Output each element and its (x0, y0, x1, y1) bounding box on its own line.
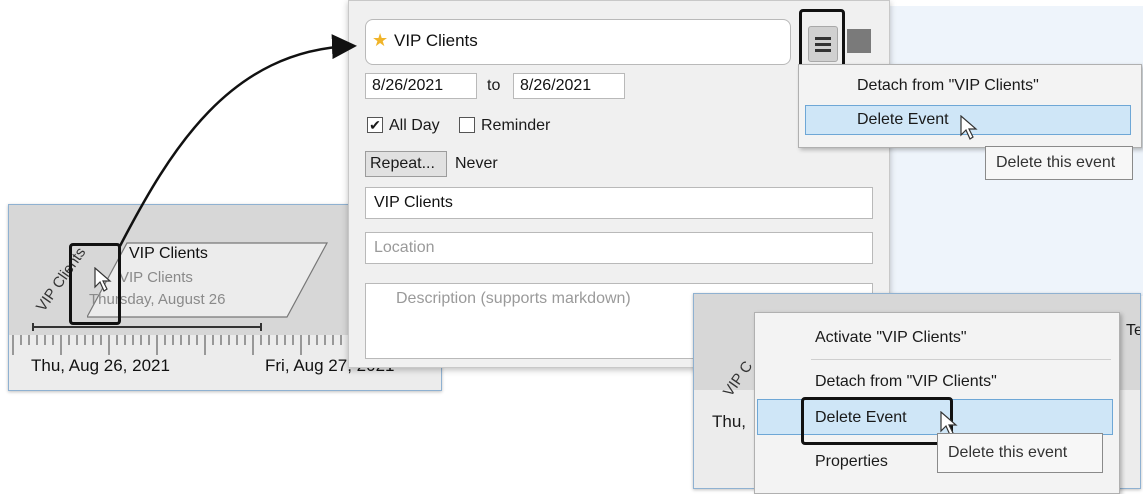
menu-item-properties[interactable]: Properties (815, 453, 888, 471)
event-menu-dropdown: Detach from "VIP Clients" Delete Event (798, 64, 1142, 148)
ruler-date-label: Thu, Aug 26, 2021 (31, 356, 170, 375)
tooltip: Delete this event (937, 433, 1103, 473)
highlight-box (801, 397, 953, 445)
event-range-bar (32, 323, 262, 331)
color-swatch-button[interactable] (847, 29, 871, 53)
event-title-text: VIP Clients (394, 31, 478, 50)
end-date-field[interactable]: 8/26/2021 (513, 73, 625, 99)
repeat-value: Never (455, 155, 498, 172)
start-date-field[interactable]: 8/26/2021 (365, 73, 477, 99)
reminder-checkbox[interactable] (459, 117, 475, 133)
menu-item-label: Delete Event (857, 111, 949, 128)
location-field[interactable]: Location (365, 232, 873, 264)
reminder-label: Reminder (481, 117, 551, 134)
menu-button[interactable] (808, 26, 838, 62)
mouse-pointer-icon (94, 267, 112, 292)
to-label: to (487, 77, 501, 94)
menu-separator (811, 359, 1111, 360)
star-icon: ★ (372, 30, 389, 50)
all-day-checkbox[interactable]: ✔ (367, 117, 383, 133)
menu-item-activate[interactable]: Activate "VIP Clients" (815, 329, 967, 347)
all-day-label: All Day (389, 117, 440, 134)
hamburger-menu-icon (815, 37, 831, 52)
menu-item-detach[interactable]: Detach from "VIP Clients" (857, 77, 1039, 95)
event-name-field[interactable]: VIP Clients (365, 187, 873, 219)
event-title[interactable]: VIP Clients (129, 245, 208, 263)
mouse-pointer-icon (960, 115, 978, 140)
ruler-date-label: Thu, (712, 412, 747, 431)
tooltip: Delete this event (985, 146, 1133, 180)
menu-item-detach[interactable]: Detach from "VIP Clients" (815, 373, 997, 391)
event-title-field[interactable]: ★ VIP Clients (365, 19, 791, 65)
repeat-button[interactable]: Repeat... (365, 151, 447, 177)
event-subtitle: VIP Clients (119, 269, 193, 286)
edge-text: Te (1126, 322, 1140, 339)
